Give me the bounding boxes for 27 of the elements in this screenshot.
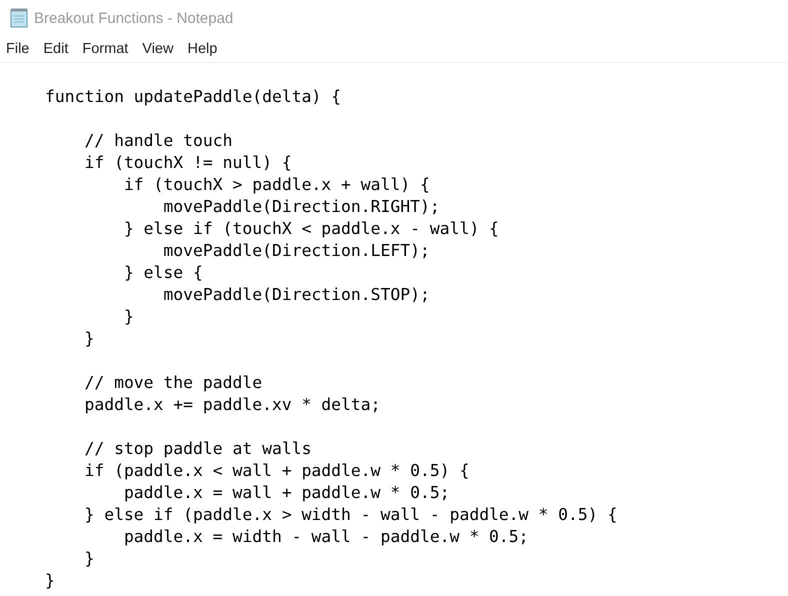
- code-line: if (paddle.x < wall + paddle.w * 0.5) {: [83, 461, 470, 480]
- code-line: // move the paddle: [83, 373, 262, 392]
- code-line: paddle.x += paddle.xv * delta;: [83, 395, 381, 414]
- code-line: } else if (touchX < paddle.x - wall) {: [122, 219, 499, 238]
- code-line: // stop paddle at walls: [83, 439, 312, 458]
- code-line: }: [122, 307, 134, 326]
- window-title: Breakout Functions - Notepad: [34, 10, 234, 26]
- code-line: movePaddle(Direction.STOP);: [162, 285, 430, 304]
- menu-item[interactable]: Edit: [43, 41, 68, 57]
- code-line: if (touchX > paddle.x + wall) {: [122, 175, 430, 194]
- menu-item[interactable]: Format: [82, 41, 128, 57]
- code-line: paddle.x = wall + paddle.w * 0.5;: [122, 483, 450, 502]
- menu-item[interactable]: File: [6, 41, 30, 57]
- code-line: // handle touch: [83, 131, 232, 150]
- code-line: paddle.x = width - wall - paddle.w * 0.5;: [122, 527, 529, 546]
- code-line: function updatePaddle(delta) {: [45, 87, 342, 106]
- code-line: }: [45, 571, 55, 590]
- code-line: }: [83, 549, 94, 568]
- code-line: if (touchX != null) {: [83, 153, 292, 172]
- code-line: } else if (paddle.x > width - wall - paddle.w * 0.5) {: [83, 505, 618, 524]
- menu-item[interactable]: Help: [187, 41, 218, 57]
- code-line: }: [83, 329, 94, 348]
- code-line: movePaddle(Direction.RIGHT);: [162, 197, 440, 216]
- menu-item[interactable]: View: [142, 41, 174, 57]
- code-line: movePaddle(Direction.LEFT);: [162, 241, 430, 260]
- code-line: } else {: [122, 263, 203, 282]
- notepad-icon: [10, 8, 28, 28]
